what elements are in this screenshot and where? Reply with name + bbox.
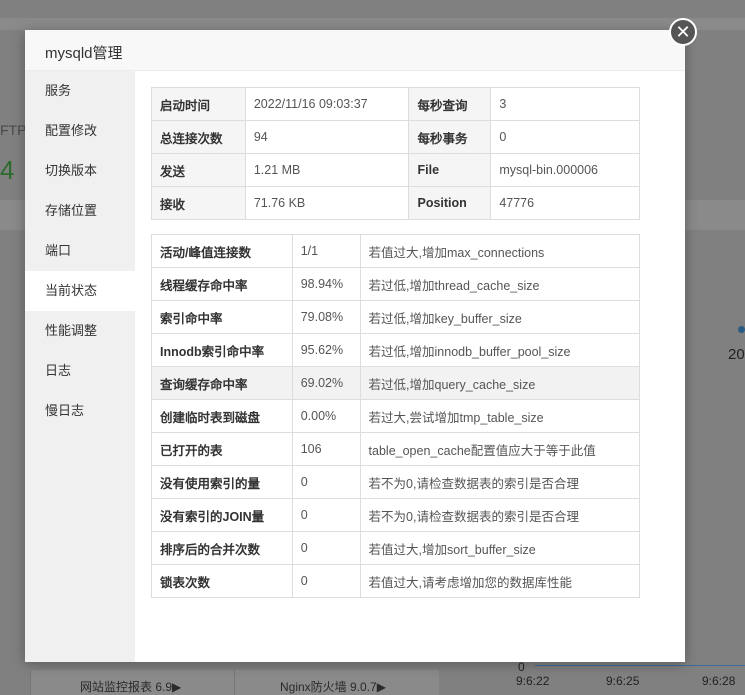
metric-row: 索引命中率 79.08% 若过低,增加key_buffer_size: [151, 300, 641, 334]
status-value: mysql-bin.000006: [490, 153, 640, 187]
status-label: 启动时间: [151, 87, 246, 121]
background-chart-zero: 0: [518, 660, 525, 674]
status-value: 2022/11/16 09:03:37: [244, 87, 410, 121]
status-value: 1.21 MB: [244, 153, 410, 187]
metric-label: 已打开的表: [151, 432, 293, 466]
metric-label: 没有索引的JOIN量: [151, 498, 293, 532]
metric-row: 没有使用索引的量 0 若不为0,请检查数据表的索引是否合理: [151, 465, 641, 499]
metric-label: Innodb索引命中率: [151, 333, 293, 367]
status-label: 每秒事务: [408, 120, 492, 154]
background-chart-tick: 9:6:28: [702, 674, 736, 688]
metric-advice: 若值过大,增加sort_buffer_size: [359, 531, 641, 565]
metric-advice: table_open_cache配置值应大于等于此值: [359, 432, 641, 466]
background-chart-tick: 9:6:22: [516, 674, 550, 688]
status-label: 总连接次数: [151, 120, 246, 154]
sidebar-item-service[interactable]: 服务: [25, 71, 135, 111]
sidebar-item-log[interactable]: 日志: [25, 351, 135, 391]
metric-row: 锁表次数 0 若值过大,请考虑增加您的数据库性能: [151, 564, 641, 598]
metric-row: 没有索引的JOIN量 0 若不为0,请检查数据表的索引是否合理: [151, 498, 641, 532]
dialog-sidebar: 服务 配置修改 切换版本 存储位置 端口 当前状态 性能调整 日志 慢日志: [25, 71, 135, 662]
metric-advice: 若值过大,请考虑增加您的数据库性能: [359, 564, 641, 598]
metric-label: 没有使用索引的量: [151, 465, 293, 499]
background-legend-dot: [738, 326, 745, 333]
background-card-firewall-label: Nginx防火墙 9.0.7▶: [280, 680, 386, 694]
metric-value: 1/1: [291, 234, 361, 268]
close-icon[interactable]: ✕: [669, 18, 697, 46]
metric-value: 0: [291, 465, 361, 499]
sidebar-item-version[interactable]: 切换版本: [25, 151, 135, 191]
status-value: 3: [490, 87, 640, 121]
metric-value: 0: [291, 564, 361, 598]
metric-label: 排序后的合并次数: [151, 531, 293, 565]
metric-advice: 若值过大,增加max_connections: [359, 234, 641, 268]
metric-value: 69.02%: [291, 366, 361, 400]
background-header-band: [0, 18, 745, 30]
background-chart-tick: 9:6:25: [606, 674, 640, 688]
metric-row: 线程缓存命中率 98.94% 若过低,增加thread_cache_size: [151, 267, 641, 301]
metric-value: 95.62%: [291, 333, 361, 367]
metric-advice: 若过低,增加query_cache_size: [359, 366, 641, 400]
dialog-header: mysqld管理: [25, 30, 685, 71]
metric-value: 106: [291, 432, 361, 466]
metric-value: 0: [291, 531, 361, 565]
metric-label: 创建临时表到磁盘: [151, 399, 293, 433]
metric-label: 查询缓存命中率: [151, 366, 293, 400]
background-count: 4: [0, 155, 15, 185]
status-label: Position: [408, 186, 492, 220]
metrics-table: 活动/峰值连接数 1/1 若值过大,增加max_connections 线程缓存命中率…: [151, 234, 641, 598]
metric-row: Innodb索引命中率 95.62% 若过低,增加innodb_buffer_poo…: [151, 333, 641, 367]
status-row: 接收 71.76 KB Position 47776: [151, 186, 640, 220]
background-card-monitor-label: 网站监控报表 6.9▶: [80, 680, 182, 694]
metric-advice: 若过低,增加thread_cache_size: [359, 267, 641, 301]
status-row: 发送 1.21 MB File mysql-bin.000006: [151, 153, 640, 187]
metric-advice: 若不为0,请检查数据表的索引是否合理: [359, 498, 641, 532]
metric-row: 排序后的合并次数 0 若值过大,增加sort_buffer_size: [151, 531, 641, 565]
dialog-title: mysqld管理: [45, 45, 123, 62]
status-row: 启动时间 2022/11/16 09:03:37 每秒查询 3: [151, 87, 640, 121]
metric-advice: 若过低,增加key_buffer_size: [359, 300, 641, 334]
status-value: 47776: [490, 186, 640, 220]
metric-row: 已打开的表 106 table_open_cache配置值应大于等于此值: [151, 432, 641, 466]
sidebar-item-storage[interactable]: 存储位置: [25, 191, 135, 231]
metric-label: 锁表次数: [151, 564, 293, 598]
metric-row: 查询缓存命中率 69.02% 若过低,增加query_cache_size: [151, 366, 641, 400]
status-table: 启动时间 2022/11/16 09:03:37 每秒查询 3 总连接次数 94 每秒事务 0…: [151, 87, 640, 220]
metric-row: 创建临时表到磁盘 0.00% 若过大,尝试增加tmp_table_size: [151, 399, 641, 433]
metric-label: 索引命中率: [151, 300, 293, 334]
background-ftp-label: FTP: [0, 122, 27, 138]
status-value: 71.76 KB: [244, 186, 410, 220]
status-value: 94: [244, 120, 410, 154]
metric-label: 活动/峰值连接数: [151, 234, 293, 268]
background-chart-axis: [535, 665, 745, 666]
sidebar-item-port[interactable]: 端口: [25, 231, 135, 271]
sidebar-item-config[interactable]: 配置修改: [25, 111, 135, 151]
status-content: 启动时间 2022/11/16 09:03:37 每秒查询 3 总连接次数 94 每秒事务 0…: [135, 71, 685, 662]
metric-advice: 若过低,增加innodb_buffer_pool_size: [359, 333, 641, 367]
metric-value: 0: [291, 498, 361, 532]
status-label: 每秒查询: [408, 87, 492, 121]
background-year-label: 20: [728, 346, 745, 363]
metric-value: 0.00%: [291, 399, 361, 433]
metric-label: 线程缓存命中率: [151, 267, 293, 301]
metric-advice: 若过大,尝试增加tmp_table_size: [359, 399, 641, 433]
sidebar-item-tuning[interactable]: 性能调整: [25, 311, 135, 351]
sidebar-item-status[interactable]: 当前状态: [25, 271, 135, 311]
metric-advice: 若不为0,请检查数据表的索引是否合理: [359, 465, 641, 499]
metric-value: 79.08%: [291, 300, 361, 334]
mysqld-dialog: mysqld管理 服务 配置修改 切换版本 存储位置 端口 当前状态 性能调整 …: [25, 30, 685, 662]
status-label: 发送: [151, 153, 246, 187]
sidebar-item-slow-log[interactable]: 慢日志: [25, 391, 135, 431]
metric-value: 98.94%: [291, 267, 361, 301]
status-label: 接收: [151, 186, 246, 220]
status-label: File: [408, 153, 492, 187]
status-row: 总连接次数 94 每秒事务 0: [151, 120, 640, 154]
metric-row: 活动/峰值连接数 1/1 若值过大,增加max_connections: [151, 234, 641, 268]
status-value: 0: [490, 120, 640, 154]
